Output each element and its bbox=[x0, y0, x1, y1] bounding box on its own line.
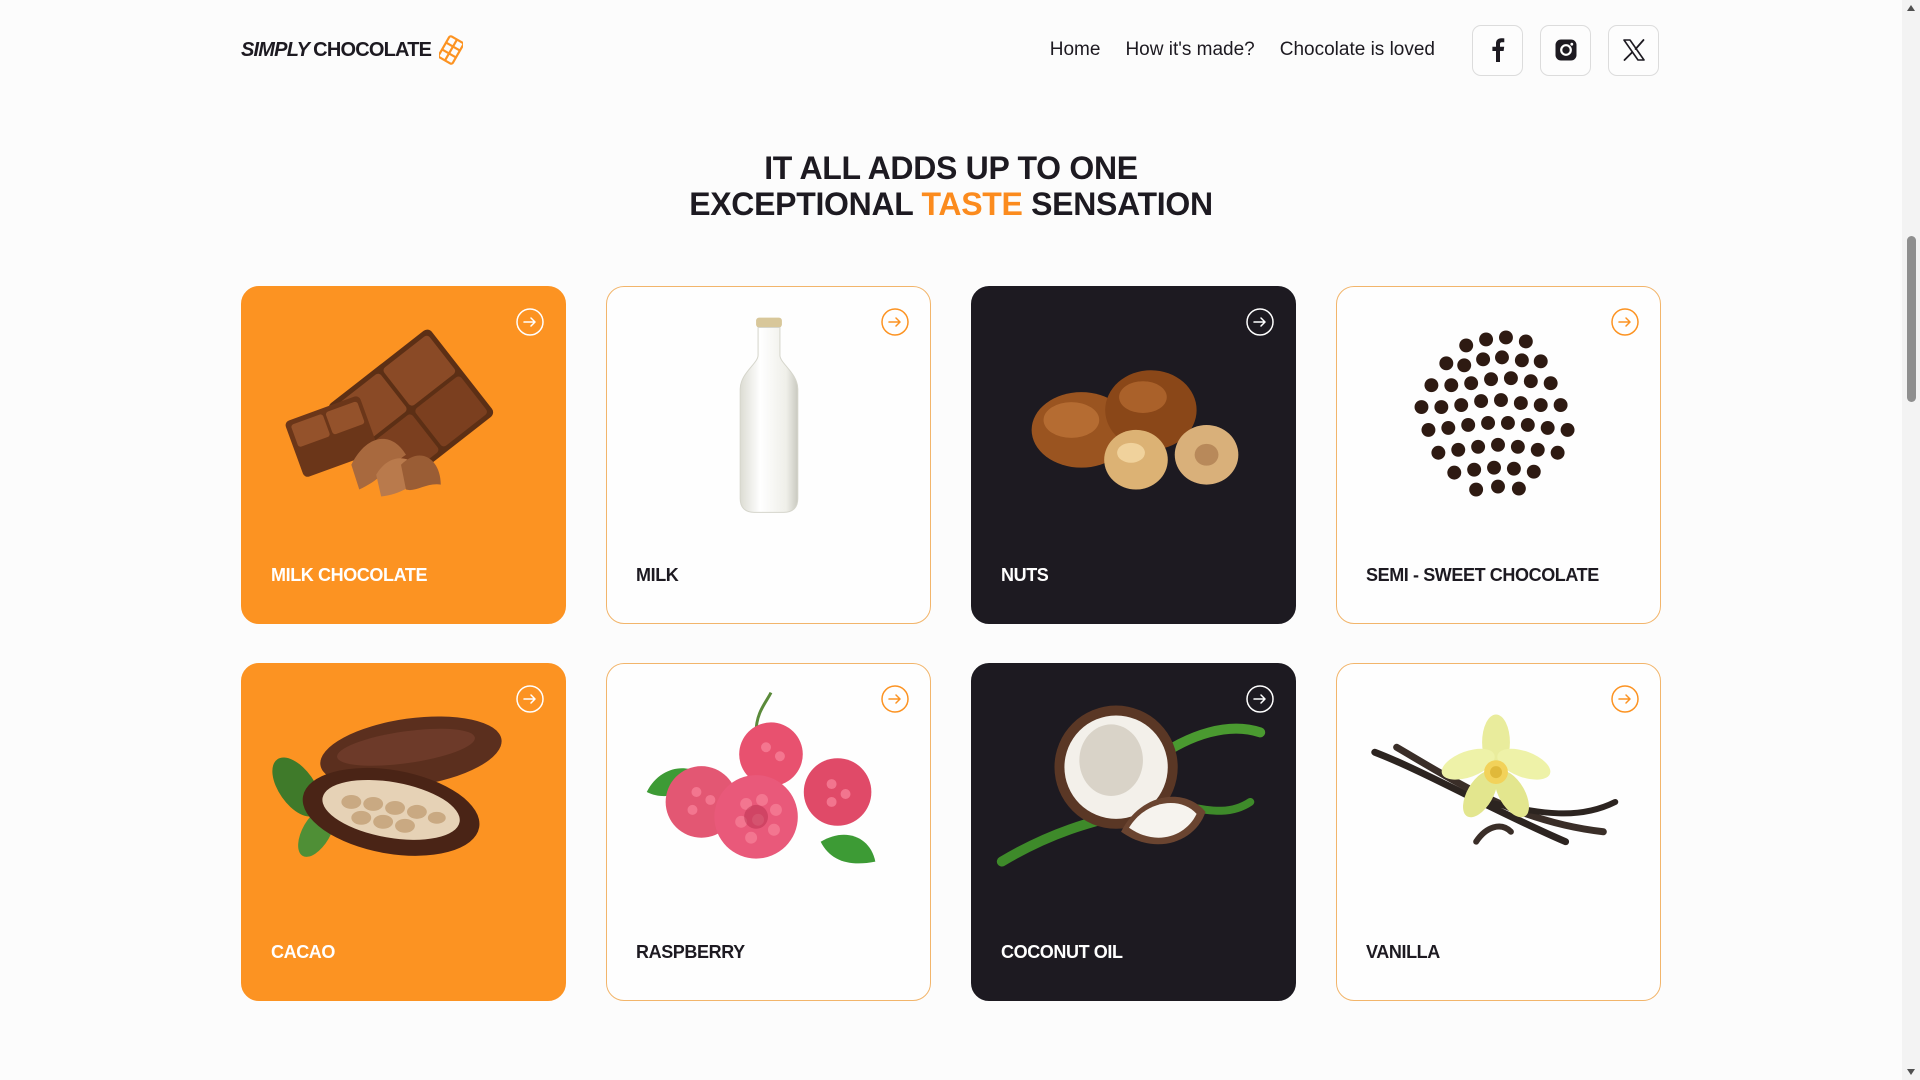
scroll-down-arrow-icon[interactable] bbox=[1906, 1067, 1916, 1077]
site-header: SIMPLY CHOCOLATE Home How it's made? Cho… bbox=[241, 24, 1659, 76]
ingredient-card-semi-sweet-chocolate[interactable]: SEMI - SWEET CHOCOLATE bbox=[1336, 286, 1661, 624]
x-button[interactable] bbox=[1608, 24, 1659, 76]
ingredient-label: SEMI - SWEET CHOCOLATE bbox=[1366, 565, 1599, 585]
milk-bottle-image bbox=[739, 317, 799, 513]
page-scrollbar[interactable] bbox=[1902, 0, 1920, 1080]
hazelnuts-image bbox=[1031, 370, 1239, 490]
ingredient-card-coconut-oil[interactable]: COCONUT OIL bbox=[971, 663, 1296, 1001]
main-nav: Home How it's made? Chocolate is loved bbox=[1050, 39, 1435, 61]
ingredient-card-vanilla[interactable]: VANILLA bbox=[1336, 663, 1661, 1001]
brand-name-italic: SIMPLY bbox=[241, 38, 310, 61]
instagram-icon bbox=[1555, 39, 1576, 61]
ingredient-label: NUTS bbox=[1001, 565, 1049, 585]
x-icon bbox=[1622, 39, 1645, 61]
vanilla-flower-image bbox=[1371, 714, 1619, 846]
ingredient-label: MILK bbox=[636, 565, 679, 585]
ingredient-label: MILK CHOCOLATE bbox=[271, 565, 428, 585]
facebook-button[interactable] bbox=[1472, 24, 1523, 76]
heading-line-1: IT ALL ADDS UP TO ONE bbox=[764, 150, 1138, 186]
coconut-image bbox=[996, 705, 1266, 867]
ingredient-label: VANILLA bbox=[1366, 942, 1440, 962]
scrollbar-thumb[interactable] bbox=[1907, 236, 1916, 402]
chocolate-bar-icon bbox=[439, 35, 464, 65]
brand-logo[interactable]: SIMPLY CHOCOLATE bbox=[241, 35, 464, 65]
ingredient-card-milk[interactable]: MILK bbox=[606, 286, 931, 624]
heading-accent-word: TASTE bbox=[921, 186, 1023, 222]
nav-link-how-its-made[interactable]: How it's made? bbox=[1125, 39, 1254, 61]
chocolate-pieces-image bbox=[285, 329, 494, 497]
section-heading: IT ALL ADDS UP TO ONE EXCEPTIONAL TASTE … bbox=[0, 150, 1902, 222]
raspberries-image bbox=[646, 692, 876, 864]
ingredients-grid: MILK CHOCOLATE MILK NUTS SEMI - SWEET CH… bbox=[241, 286, 1661, 1001]
heading-line-2-end: SENSATION bbox=[1031, 186, 1213, 222]
heading-line-2-start: EXCEPTIONAL bbox=[689, 186, 913, 222]
brand-name: CHOCOLATE bbox=[313, 38, 432, 61]
ingredient-card-milk-chocolate[interactable]: MILK CHOCOLATE bbox=[241, 286, 566, 624]
ingredient-label: CACAO bbox=[271, 942, 335, 962]
ingredient-card-nuts[interactable]: NUTS bbox=[971, 286, 1296, 624]
social-links bbox=[1472, 24, 1659, 76]
facebook-icon bbox=[1491, 38, 1504, 62]
ingredient-card-raspberry[interactable]: RASPBERRY bbox=[606, 663, 931, 1001]
scroll-up-arrow-icon[interactable] bbox=[1906, 3, 1916, 13]
chocolate-chips-image bbox=[1414, 330, 1575, 497]
ingredient-label: RASPBERRY bbox=[636, 942, 745, 962]
instagram-button[interactable] bbox=[1540, 24, 1591, 76]
ingredient-label: COCONUT OIL bbox=[1001, 942, 1123, 962]
nav-link-home[interactable]: Home bbox=[1050, 39, 1101, 61]
nav-link-chocolate-is-loved[interactable]: Chocolate is loved bbox=[1280, 39, 1435, 61]
cacao-pod-image bbox=[272, 716, 502, 857]
ingredient-card-cacao[interactable]: CACAO bbox=[241, 663, 566, 1001]
